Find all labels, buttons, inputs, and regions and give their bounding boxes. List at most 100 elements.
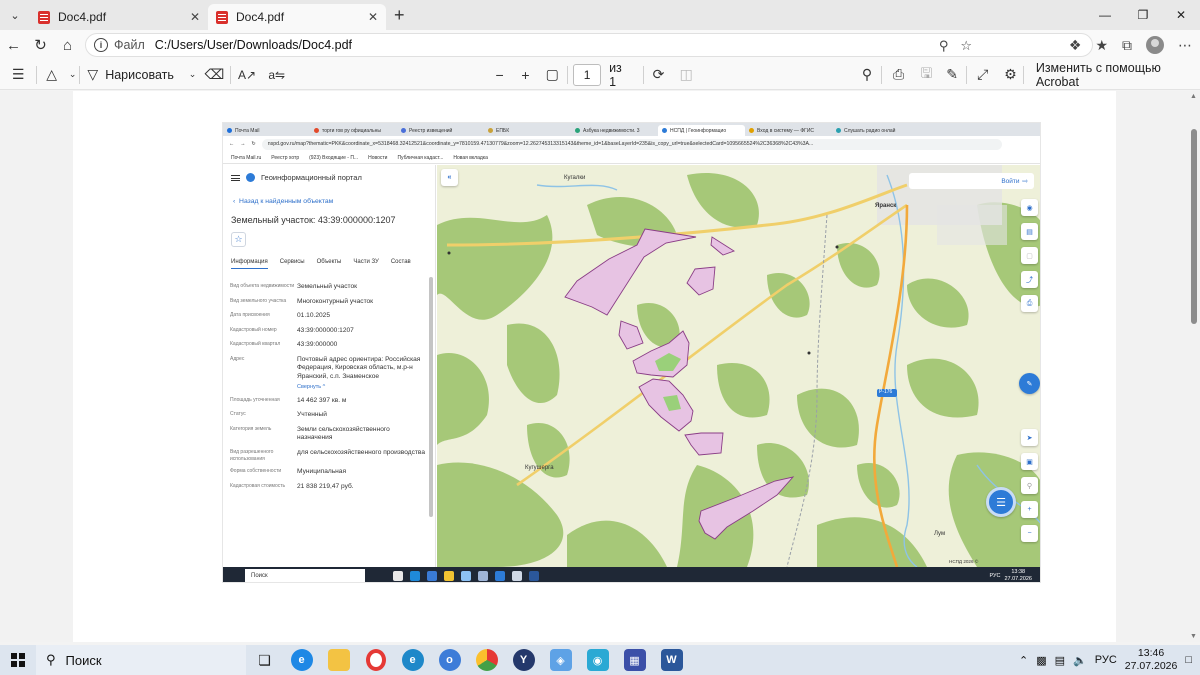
rotate-icon[interactable]: ⟳ [644,60,673,90]
tab-doc4-active[interactable]: Doc4.pdf ✕ [208,4,386,30]
tab-strip: ⌄ Doc4.pdf ✕ Doc4.pdf ✕ + — ❐ ✕ [0,0,1200,30]
back-button[interactable]: ← [0,31,27,59]
gear-icon[interactable]: ⚙ [998,60,1023,90]
close-window-button[interactable]: ✕ [1162,0,1200,30]
network-icon[interactable]: ▤ [1055,654,1065,667]
field-value: 43:39:000000:1207 [297,327,426,336]
draw-icon[interactable]: ▽ [80,60,105,90]
notifications-icon[interactable]: □ [1185,654,1192,666]
chevron-down-icon[interactable]: ⌄ [186,60,199,90]
scroll-down-icon[interactable]: ▼ [1190,633,1197,640]
minimize-button[interactable]: — [1086,0,1124,30]
favorites-icon[interactable]: ★ [1095,37,1108,54]
app-icon [461,570,471,581]
locate-icon: ➤ [1021,429,1038,446]
taskbar-app-2[interactable]: ◉ [579,645,616,675]
share-icon: ⤴ [1021,271,1038,288]
fit-page-icon[interactable]: ▢ [538,60,567,90]
volume-icon[interactable]: 🔈 [1073,654,1087,667]
page-view-icon[interactable]: ◫ [673,60,700,90]
collections-icon[interactable]: ⧉ [1122,37,1132,54]
start-button[interactable] [0,645,36,675]
translate-icon[interactable]: a⇋ [263,60,290,90]
eraser-icon[interactable]: ⌫ [199,60,230,90]
scroll-up-icon[interactable]: ▲ [1190,93,1197,100]
battery-icon[interactable]: ▩ [1036,654,1046,667]
taskbar-app-word[interactable]: W [653,645,690,675]
close-icon[interactable]: ✕ [368,10,378,24]
new-tab-button[interactable]: + [394,5,405,26]
field-row: Форма собственности Муниципальная [230,468,426,477]
avatar[interactable] [1146,36,1164,54]
print-icon[interactable]: ⎙ [882,60,915,90]
embedded-tab-title: торги гов ру официальны [322,127,381,134]
highlight-icon[interactable]: △ [37,60,66,90]
taskbar-app-chrome[interactable] [468,645,505,675]
taskbar-app-1[interactable]: ◈ [542,645,579,675]
taskbar-app-explorer[interactable] [320,645,357,675]
more-menu-icon[interactable]: ⋯ [1178,37,1192,54]
chevron-up-icon[interactable]: ⌃ [1019,654,1028,667]
divider [566,65,568,84]
taskbar-app-edge[interactable]: e [394,645,431,675]
taskbar-app-ie[interactable]: e [283,645,320,675]
tab-title: Doc4.pdf [236,10,285,24]
embedded-tab: Почта Mail [223,125,310,136]
url-text: C:/Users/User/Downloads/Doc4.pdf [154,38,353,52]
close-icon[interactable]: ✕ [190,10,200,24]
embedded-tab: Реестр извещений [397,125,484,136]
tab-doc4-first[interactable]: Doc4.pdf ✕ [30,4,208,30]
field-value-text: 01.10.2025 [297,312,331,320]
taskbar-app-3[interactable]: ▦ [616,645,653,675]
save-icon[interactable]: 🖫 [915,60,938,90]
map-canvas [437,165,1040,567]
embedded-search-box: Поиск [245,569,365,582]
taskbar-app-opera[interactable] [357,645,394,675]
contents-icon[interactable]: ☰ [0,60,36,90]
field-row: Статус Учтенный [230,411,426,420]
zoom-in-button[interactable]: + [513,60,538,90]
pdf-icon [216,10,228,24]
ruler-icon: ▤ [1021,223,1038,240]
url-field[interactable]: i Файл C:/Users/User/Downloads/Doc4.pdf … [85,33,1093,57]
fullscreen-icon[interactable]: ⤢ [967,60,998,90]
edit-with-acrobat-button[interactable]: Изменить с помощью Acrobat [1036,61,1200,89]
tab-actions-menu[interactable]: ⌄ [0,0,30,30]
refresh-button[interactable]: ↻ [27,31,54,59]
map-login-button: Войти ⇨ [909,173,1034,189]
field-row: Дата присвоения 01.10.2025 [230,312,426,321]
extensions-icon[interactable]: ❖ [1069,37,1082,54]
search-icon[interactable]: ⚲ [853,60,882,90]
app-icon [410,570,420,581]
system-tray: ⌃ ▩ ▤ 🔈 РУС 13:46 27.07.2026 □ [1019,645,1192,675]
field-value-text: Земли сельскохозяйственного назначения [297,425,390,442]
language-indicator[interactable]: РУС [1095,654,1117,666]
info-icon[interactable]: i [94,38,108,52]
field-key: Категория земель [230,425,272,432]
taskbar-app-yandex[interactable]: Y [505,645,542,675]
scrollbar-thumb[interactable] [1191,129,1197,324]
windows-logo-icon [11,653,25,667]
embedded-bookmark: Новая вкладка [453,154,488,161]
chevron-down-icon[interactable]: ⌄ [66,60,79,90]
save-as-icon[interactable]: ✎ [938,60,967,90]
home-button[interactable]: ⌂ [54,31,81,59]
field-key: Кадастровый квартал [230,341,281,348]
favorite-star-icon[interactable]: ☆ [960,38,972,54]
clock-date: 27.07.2026 [1124,660,1178,672]
vertical-scrollbar[interactable]: ▲ ▼ [1188,91,1200,642]
task-view-button[interactable]: ❏ [246,645,283,675]
taskbar-app-outlook[interactable]: o [431,645,468,675]
page-number-input[interactable]: 1 [573,63,602,86]
draw-button[interactable]: Нарисовать [105,68,174,82]
read-aloud-icon[interactable]: A↗ [231,60,264,90]
zoom-icon[interactable]: ⚲ [939,38,949,54]
taskbar-search[interactable]: ⚲ Поиск [36,645,246,675]
field-row: Кадастровый номер 43:39:000000:1207 [230,327,426,336]
zoom-out-button[interactable]: − [486,60,513,90]
maximize-button[interactable]: ❐ [1124,0,1162,30]
favorite-star-icon: ☆ [231,232,246,247]
embedded-tab: Вход в систему — ФГИС [745,125,832,136]
clock[interactable]: 13:46 27.07.2026 [1125,647,1178,673]
embedded-tab: Азбука недвижимости. 3 [571,125,658,136]
